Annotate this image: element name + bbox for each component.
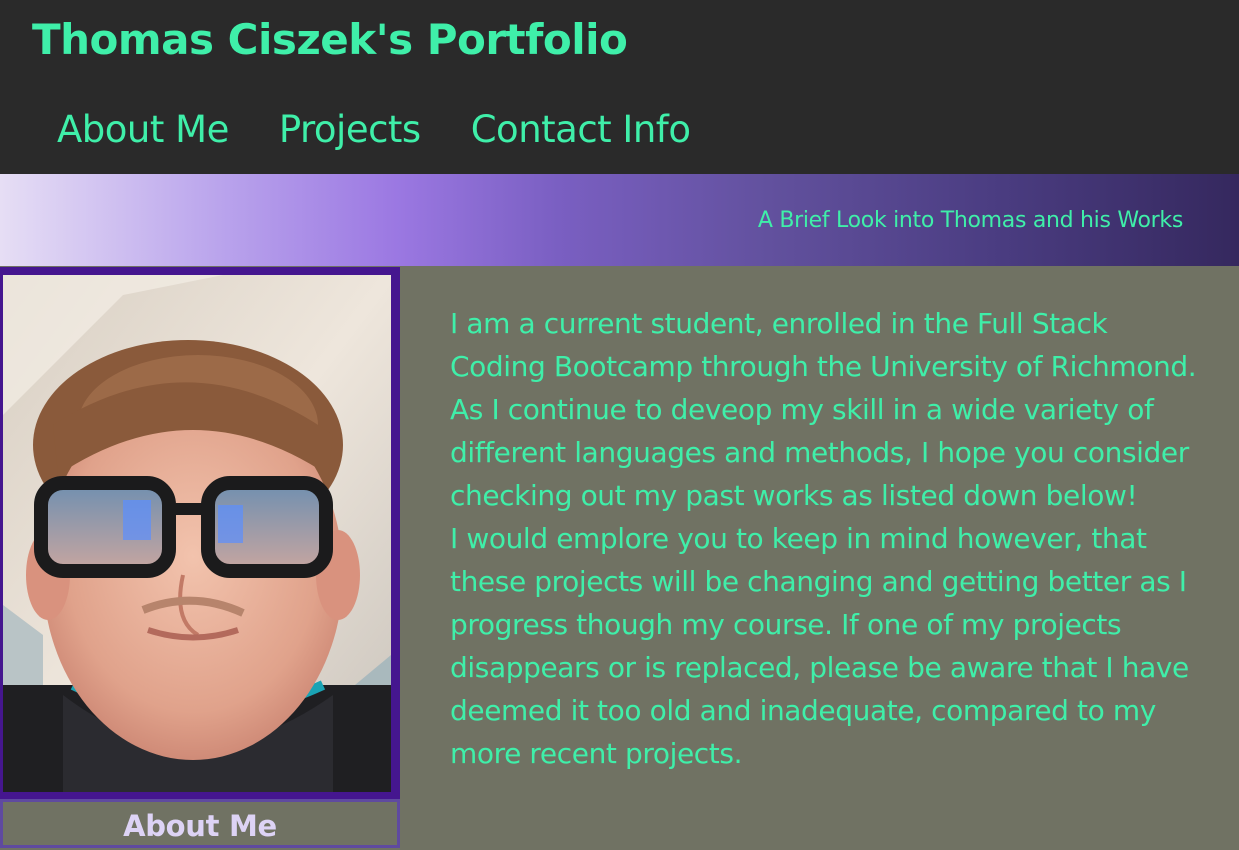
main-nav: About Me Projects Contact Info (57, 104, 691, 156)
bio-paragraph-intro: I am a current student, enrolled in the … (450, 307, 1197, 512)
nav-link-about-me[interactable]: About Me (57, 104, 229, 156)
nav-link-projects[interactable]: Projects (279, 104, 421, 156)
banner-tagline: A Brief Look into Thomas and his Works (757, 208, 1183, 233)
profile-photo-frame (0, 267, 400, 799)
about-me-card: About Me (0, 267, 400, 848)
nav-link-contact-info[interactable]: Contact Info (471, 104, 691, 156)
about-me-caption: About Me (0, 799, 400, 848)
site-header: Thomas Ciszek's Portfolio About Me Proje… (0, 0, 1239, 174)
hero-banner: A Brief Look into Thomas and his Works (0, 174, 1239, 266)
bio-section: I am a current student, enrolled in the … (450, 302, 1210, 775)
profile-photo (3, 275, 391, 792)
site-title: Thomas Ciszek's Portfolio (32, 15, 628, 64)
bio-paragraph-note: I would emplore you to keep in mind howe… (450, 522, 1189, 770)
